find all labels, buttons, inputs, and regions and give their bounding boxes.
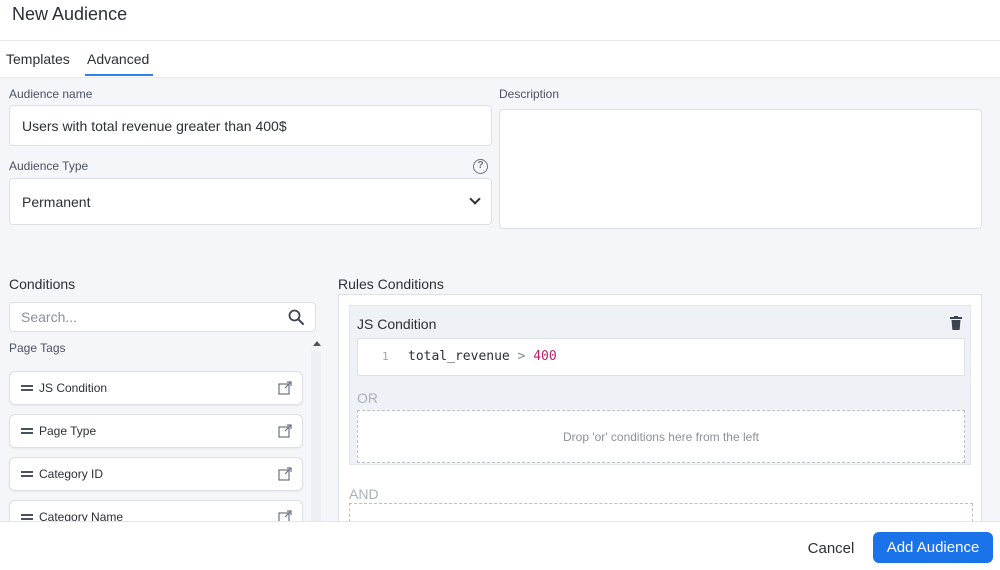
tab-templates[interactable]: Templates [6, 51, 70, 67]
scroll-up-icon[interactable] [313, 341, 321, 346]
drag-handle-icon[interactable] [21, 471, 33, 477]
and-label: AND [349, 486, 379, 502]
drag-handle-icon[interactable] [21, 428, 33, 434]
description-textarea[interactable] [499, 109, 982, 229]
code-operator: > [517, 349, 526, 364]
description-label: Description [499, 87, 560, 101]
conditions-search [9, 302, 316, 332]
cancel-button[interactable]: Cancel [796, 533, 866, 563]
audience-name-value: Users with total revenue greater than 40… [22, 117, 287, 134]
code-editor[interactable]: 1 total_revenue > 400 [357, 338, 965, 376]
dialog-body: Audience name Users with total revenue g… [0, 77, 1000, 521]
condition-item-page-type[interactable]: Page Type [9, 414, 303, 448]
code-line: total_revenue > 400 [408, 349, 557, 364]
external-link-icon[interactable] [278, 424, 292, 438]
audience-type-select[interactable]: Permanent [9, 178, 492, 225]
external-link-icon[interactable] [278, 467, 292, 481]
drag-handle-icon[interactable] [21, 385, 33, 391]
search-icon[interactable] [288, 309, 304, 325]
page-tags-label: Page Tags [9, 341, 66, 355]
rules-conditions-title: Rules Conditions [338, 276, 444, 292]
condition-item-label: Category ID [39, 467, 104, 481]
audience-type-value: Permanent [22, 193, 91, 210]
external-link-icon[interactable] [278, 381, 292, 395]
code-variable: total_revenue [408, 349, 510, 364]
help-icon[interactable]: ? [473, 159, 488, 174]
condition-item-label: Category Name [39, 510, 124, 521]
dialog-header: New Audience [0, 0, 1000, 41]
or-drop-text: Drop 'or' conditions here from the left [562, 429, 759, 444]
conditions-title: Conditions [9, 276, 76, 292]
audience-type-label: Audience Type [9, 159, 89, 173]
condition-item-category-id[interactable]: Category ID [9, 457, 303, 491]
audience-name-label: Audience name [9, 87, 93, 101]
and-drop-zone[interactable] [349, 503, 973, 521]
code-value: 400 [533, 349, 557, 364]
or-label: OR [357, 390, 378, 406]
dialog-title: New Audience [12, 4, 128, 24]
conditions-scrollbar[interactable] [311, 351, 321, 521]
condition-item-label: JS Condition [39, 381, 108, 395]
audience-name-input[interactable]: Users with total revenue greater than 40… [9, 105, 492, 146]
tab-advanced[interactable]: Advanced [87, 51, 149, 67]
condition-item-category-name[interactable]: Category Name [9, 500, 303, 521]
active-tab-indicator [85, 74, 153, 76]
drag-handle-icon[interactable] [21, 514, 33, 520]
tab-bar: Templates Advanced [0, 41, 1000, 77]
search-input[interactable] [21, 309, 281, 325]
dialog-footer: Cancel Add Audience [0, 521, 1000, 570]
line-number: 1 [382, 350, 389, 363]
chevron-down-icon [469, 193, 481, 205]
trash-icon[interactable] [950, 316, 962, 330]
js-condition-title: JS Condition [357, 316, 437, 332]
condition-item-label: Page Type [39, 424, 97, 438]
or-drop-zone[interactable]: Drop 'or' conditions here from the left [357, 410, 965, 463]
or-condition-group: JS Condition 1 total_revenue > 400 OR Dr… [349, 305, 971, 465]
external-link-icon[interactable] [278, 510, 292, 521]
add-audience-button[interactable]: Add Audience [873, 532, 993, 563]
condition-item-js-condition[interactable]: JS Condition [9, 371, 303, 405]
rules-panel: JS Condition 1 total_revenue > 400 OR Dr… [338, 294, 982, 521]
